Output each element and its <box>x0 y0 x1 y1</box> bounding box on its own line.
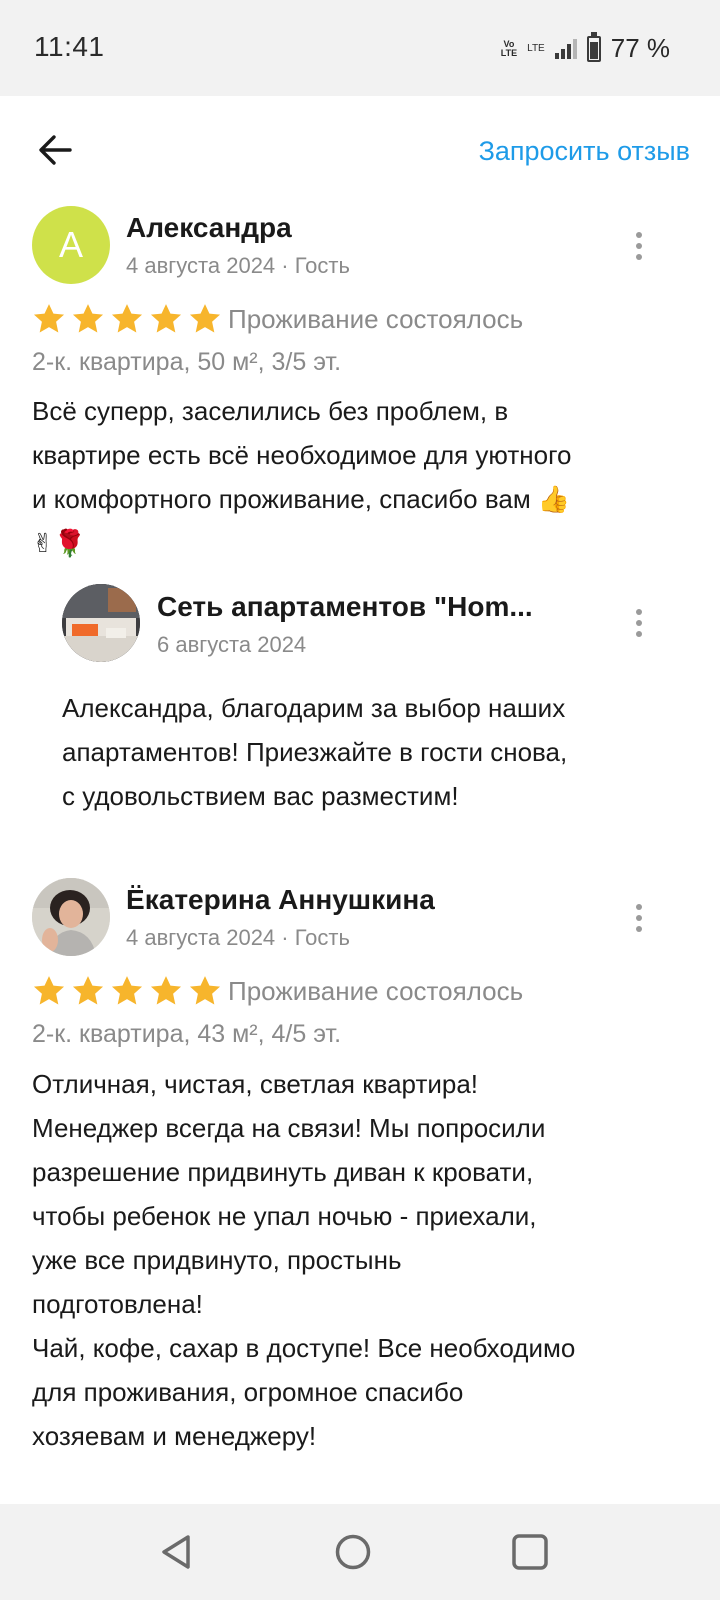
author-name: Ёкатерина Аннушкина <box>126 884 435 915</box>
review-text-line: Всё суперр, заселились без проблем, в <box>32 396 509 426</box>
review-text-line: хозяевам и менеджеру! <box>32 1421 317 1451</box>
reply-text: Александра, благодарим за выбор наших ап… <box>62 686 682 818</box>
arrow-left-icon[interactable] <box>34 128 78 172</box>
reply-text-line: апартаментов! Приезжайте в гости снова, <box>62 737 568 767</box>
star-icon <box>150 976 182 1005</box>
star-icon <box>150 304 182 333</box>
reply-text-line: с удовольствием вас разместим! <box>62 781 459 811</box>
reply-more-options-icon[interactable] <box>627 603 651 643</box>
signal-icon <box>554 38 577 59</box>
review-text-line: уже все придвинуто, простынь <box>32 1245 402 1275</box>
review-card: А Александра 4 августа 2024 · Гость Прож… <box>0 206 720 826</box>
apartment-info: 2-к. квартира, 43 м², 4/5 эт. <box>32 1020 342 1048</box>
lte-icon: LTE <box>527 43 545 54</box>
review-text: Отличная, чистая, светлая квартира! Мене… <box>32 1062 692 1458</box>
more-options-icon[interactable] <box>627 898 651 938</box>
circle-home-icon[interactable] <box>333 1532 373 1572</box>
reply-date: 6 августа 2024 <box>157 632 307 657</box>
more-options-icon[interactable] <box>627 226 651 266</box>
reply-text-line: Александра, благодарим за выбор наших <box>62 693 566 723</box>
avatar: А <box>32 206 110 284</box>
star-icon <box>33 976 65 1005</box>
review-text-line: Отличная, чистая, светлая квартира! <box>32 1069 479 1099</box>
battery-level <box>589 41 598 59</box>
request-review-link[interactable]: Запросить отзыв <box>479 136 690 167</box>
author-name: Александра <box>126 212 292 243</box>
square-recents-icon[interactable] <box>510 1532 550 1572</box>
avatar <box>32 878 110 956</box>
rating-stars <box>32 303 222 335</box>
reply-author: Сеть апартаментов "Hom... <box>157 591 533 622</box>
star-icon <box>72 976 104 1005</box>
volte-icon: Vo LTE <box>500 38 518 58</box>
star-icon <box>72 304 104 333</box>
star-icon <box>33 304 65 333</box>
status-icons: Vo LTE LTE 77 % <box>500 31 670 64</box>
star-icon <box>111 304 143 333</box>
battery-percent: 77 % <box>610 33 670 63</box>
triangle-back-icon[interactable] <box>156 1532 196 1572</box>
stay-status: Проживание состоялось <box>228 304 524 334</box>
stay-status: Проживание состоялось <box>228 976 524 1006</box>
review-text-line: Чай, кофе, сахар в доступе! Все необходи… <box>32 1333 576 1363</box>
rating-stars <box>32 975 222 1007</box>
review-meta: 4 августа 2024 · Гость <box>126 925 350 950</box>
review-card: Ёкатерина Аннушкина 4 августа 2024 · Гос… <box>0 878 720 1504</box>
company-avatar <box>62 584 140 662</box>
apartment-info: 2-к. квартира, 50 м², 3/5 эт. <box>32 348 342 376</box>
review-text-line: ✌🌹 <box>32 528 87 558</box>
status-bar: 11:41 Vo LTE LTE 77 % <box>0 0 720 96</box>
top-bar: Запросить отзыв <box>0 96 720 206</box>
star-icon <box>189 976 221 1005</box>
star-icon <box>111 976 143 1005</box>
review-text-line: для проживания, огромное спасибо <box>32 1377 464 1407</box>
status-time: 11:41 <box>34 31 105 62</box>
review-text-line: Менеджер всегда на связи! Мы попросили <box>32 1113 546 1143</box>
system-nav-bar <box>0 1504 720 1600</box>
review-text-line: квартире есть всё необходимое для уютног… <box>32 440 572 470</box>
battery-icon <box>586 31 601 62</box>
review-text-line: и комфортного проживание, спасибо вам 👍 <box>32 484 571 514</box>
review-text-line: подготовлена! <box>32 1289 203 1319</box>
review-text-line: чтобы ребенок не упал ночью - приехали, <box>32 1201 537 1231</box>
review-meta: 4 августа 2024 · Гость <box>126 253 350 278</box>
review-text: Всё суперр, заселились без проблем, в кв… <box>32 389 692 565</box>
star-icon <box>189 304 221 333</box>
review-text-line: разрешение придвинуть диван к кровати, <box>32 1157 534 1187</box>
